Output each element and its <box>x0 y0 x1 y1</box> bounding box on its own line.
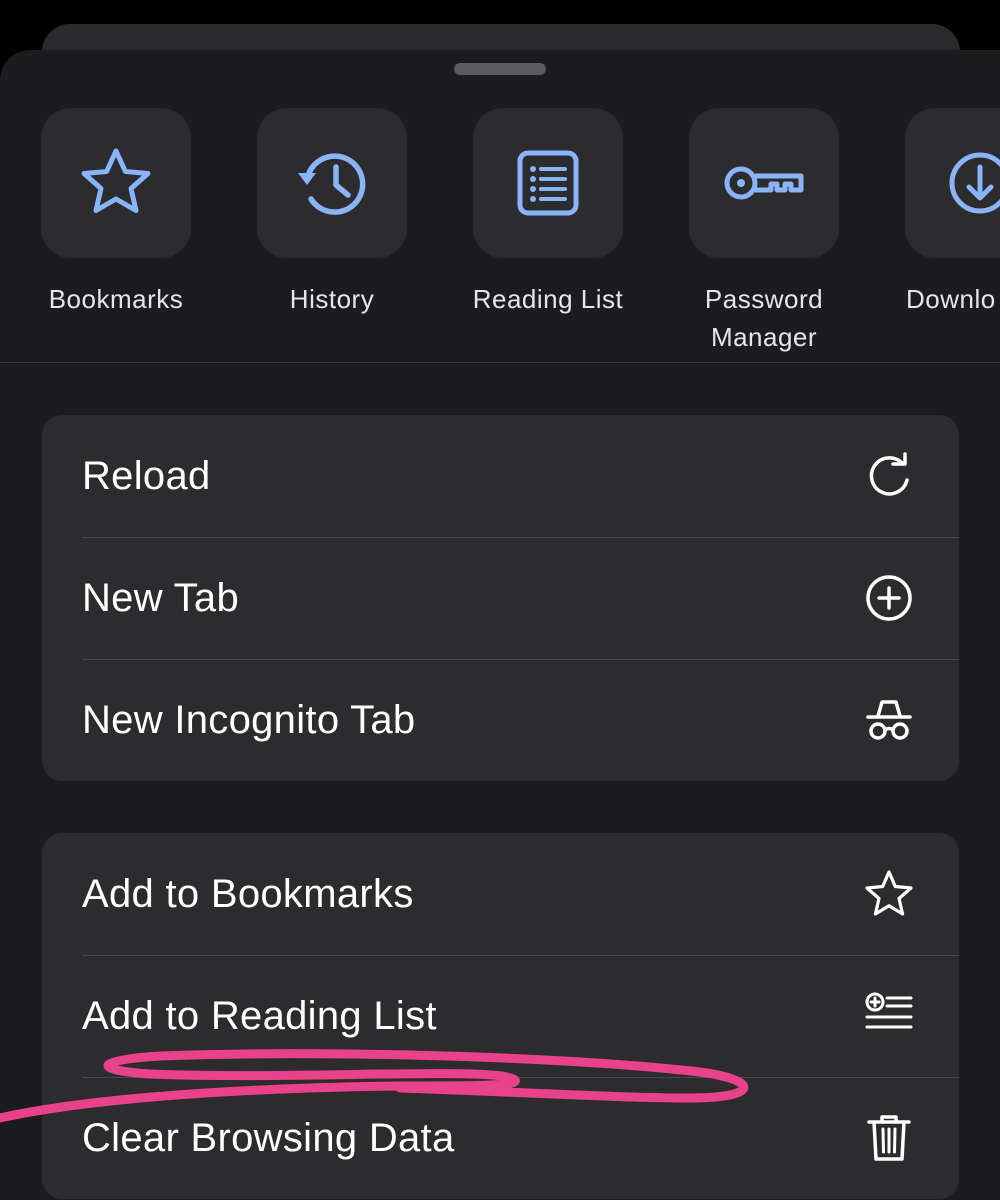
shortcut-history[interactable]: History <box>224 108 440 318</box>
screen: Bookmarks History Reading List Password … <box>0 0 1000 1200</box>
menu-item-add-to-bookmarks[interactable]: Add to Bookmarks <box>42 833 959 955</box>
shortcut-tile[interactable] <box>689 108 839 258</box>
history-icon <box>298 153 366 215</box>
menu-item-reload[interactable]: Reload <box>42 415 959 537</box>
shortcut-tile[interactable] <box>905 108 1000 258</box>
reading-list-icon <box>517 150 579 216</box>
shortcut-label: Downlo <box>906 284 996 314</box>
shortcut-password-manager[interactable]: Password Manager <box>656 108 872 356</box>
overflow-menu-sheet: Bookmarks History Reading List Password … <box>0 50 1000 1200</box>
shortcut-reading-list[interactable]: Reading List <box>440 108 656 318</box>
sheet-grabber-handle[interactable] <box>454 63 546 75</box>
incognito-icon <box>863 694 915 746</box>
shortcut-tile[interactable] <box>257 108 407 258</box>
menu-item-label: Reload <box>82 453 211 498</box>
menu-item-new-incognito-tab[interactable]: New Incognito Tab <box>42 659 959 781</box>
shortcut-label: Reading List <box>472 284 624 314</box>
reload-icon <box>863 450 915 502</box>
shortcut-tile[interactable] <box>41 108 191 258</box>
section-divider <box>0 362 1000 363</box>
menu-item-label: Add to Bookmarks <box>82 871 414 916</box>
shortcut-tray: Bookmarks History Reading List Password … <box>0 108 1000 362</box>
menu-item-label: New Tab <box>82 575 240 620</box>
shortcut-tile[interactable] <box>473 108 623 258</box>
shortcut-label: History <box>289 284 375 314</box>
menu-item-clear-browsing-data[interactable]: Clear Browsing Data <box>42 1077 959 1199</box>
add-reading-list-icon <box>863 990 915 1042</box>
star-outline-icon <box>863 868 915 920</box>
trash-icon <box>863 1112 915 1164</box>
menu-item-add-to-reading-list[interactable]: Add to Reading List <box>42 955 959 1077</box>
plus-circle-icon <box>863 572 915 624</box>
shortcut-downloads[interactable]: Downlo <box>872 108 1000 318</box>
menu-item-label: Clear Browsing Data <box>82 1115 455 1160</box>
menu-group-page-actions: Add to Bookmarks Add to Reading List Cle… <box>42 833 959 1199</box>
shortcut-bookmarks[interactable]: Bookmarks <box>8 108 224 318</box>
shortcut-label: Password Manager <box>704 284 824 352</box>
menu-item-label: Add to Reading List <box>82 993 437 1038</box>
key-icon <box>724 166 804 200</box>
download-icon <box>949 152 1000 214</box>
menu-item-label: New Incognito Tab <box>82 697 416 742</box>
menu-group-navigation: Reload New Tab New Incognito Tab <box>42 415 959 781</box>
star-icon <box>81 148 151 213</box>
shortcut-label: Bookmarks <box>48 284 184 314</box>
menu-item-new-tab[interactable]: New Tab <box>42 537 959 659</box>
